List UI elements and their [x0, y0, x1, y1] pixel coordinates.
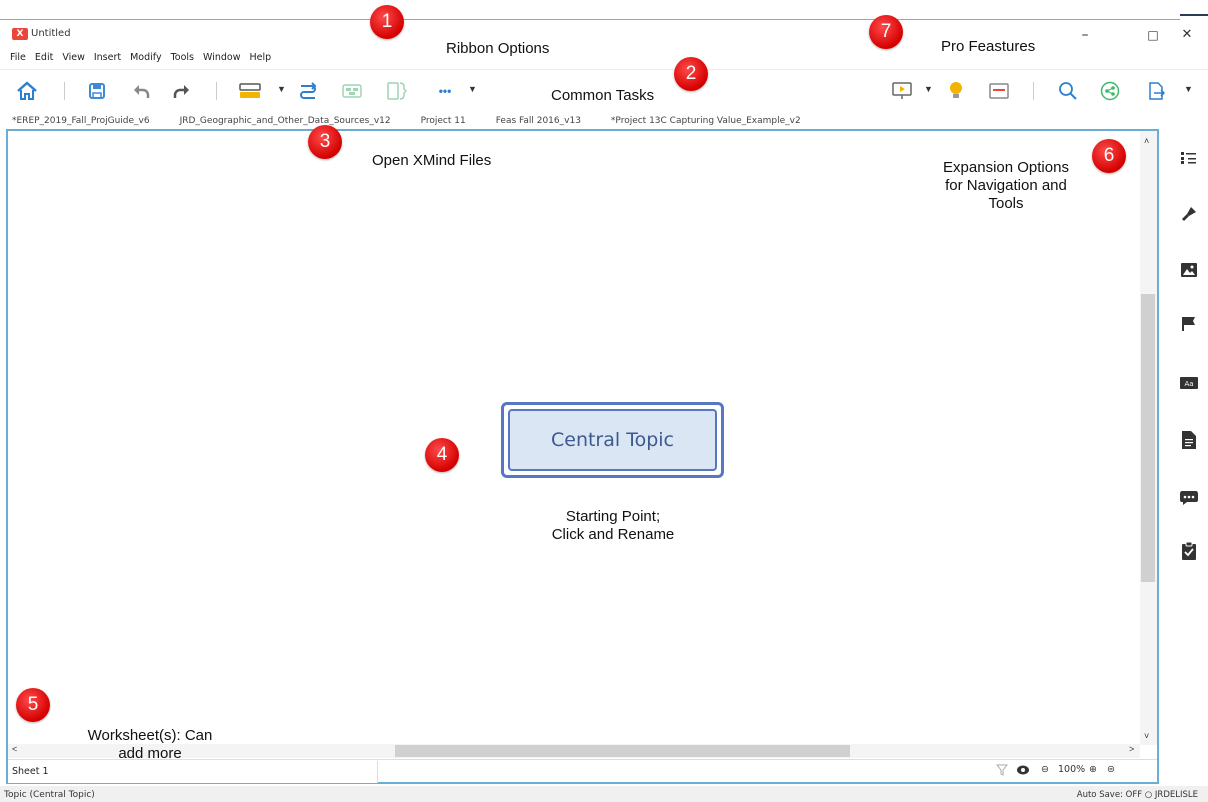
chevron-down-icon[interactable]: ▼ — [468, 84, 477, 94]
annotation-starting-line1: Starting Point; — [565, 508, 661, 525]
file-tabs: *EREP_2019_Fall_ProjGuide_v6 JRD_Geograp… — [12, 116, 831, 126]
svg-text:Aa: Aa — [1184, 380, 1193, 388]
annotation-badge-1: 1 — [370, 5, 404, 39]
annotation-worksheets: Worksheet(s): Can add more — [60, 727, 240, 763]
notes-icon[interactable] — [1178, 429, 1200, 451]
scroll-up-icon[interactable]: ˄ — [1144, 136, 1149, 146]
annotation-worksheets-line2: add more — [118, 745, 182, 762]
boundary-icon[interactable] — [340, 79, 364, 103]
label-icon[interactable]: Aa — [1178, 373, 1200, 395]
fit-icon[interactable]: ⊜ — [1107, 764, 1115, 775]
file-tab[interactable]: *Project 13C Capturing Value_Example_v2 — [611, 116, 801, 126]
annotation-badge-6: 6 — [1092, 139, 1126, 173]
presentation-icon[interactable] — [890, 79, 914, 103]
share-icon[interactable] — [1098, 79, 1122, 103]
xmind-logo-icon: X — [12, 28, 28, 40]
status-bar — [0, 786, 1208, 802]
file-tab[interactable]: Project 11 — [421, 116, 466, 126]
annotation-common-tasks: Common Tasks — [551, 87, 655, 104]
menu-modify[interactable]: Modify — [130, 52, 161, 63]
annotation-badge-5: 5 — [16, 688, 50, 722]
menu-tools[interactable]: Tools — [171, 52, 194, 63]
chevron-down-icon[interactable]: ▼ — [924, 84, 933, 94]
annotation-pro-features: Pro Feastures — [941, 38, 1036, 55]
toolbar-divider — [0, 69, 1208, 70]
annotation-ribbon-options: Ribbon Options — [446, 40, 550, 57]
menu-insert[interactable]: Insert — [94, 52, 121, 63]
menu-bar: File Edit View Insert Modify Tools Windo… — [10, 52, 271, 63]
search-icon[interactable] — [1056, 79, 1080, 103]
topic-style-icon[interactable] — [238, 79, 262, 103]
zoom-in-icon[interactable]: ⊕ — [1089, 764, 1097, 775]
status-selection: Topic (Central Topic) — [4, 790, 95, 800]
format-brush-icon[interactable] — [1178, 203, 1200, 225]
annotation-starting-line2: Click and Rename — [551, 526, 675, 543]
scroll-right-icon[interactable]: > — [1129, 744, 1134, 754]
close-button[interactable]: ✕ — [1172, 26, 1202, 44]
central-topic-label[interactable]: Central Topic — [508, 409, 717, 471]
save-icon[interactable] — [85, 79, 109, 103]
undo-icon[interactable] — [129, 79, 153, 103]
annotation-badge-4: 4 — [425, 438, 459, 472]
maximize-button[interactable]: □ — [1138, 26, 1168, 44]
zoom-level: 100% — [1058, 764, 1086, 775]
menu-file[interactable]: File — [10, 52, 26, 63]
zoom-out-icon[interactable]: ⊖ — [1041, 764, 1049, 775]
file-tab[interactable]: Feas Fall 2016_v13 — [496, 116, 581, 126]
toolbar-separator — [1033, 82, 1034, 100]
gantt-icon[interactable] — [987, 79, 1011, 103]
menu-edit[interactable]: Edit — [35, 52, 53, 63]
annotation-expansion-line3: Tools — [988, 195, 1024, 212]
file-tab[interactable]: *EREP_2019_Fall_ProjGuide_v6 — [12, 116, 150, 126]
chevron-down-icon[interactable]: ▼ — [1184, 84, 1193, 94]
annotation-expansion-line2: for Navigation and — [945, 177, 1067, 194]
eye-icon[interactable] — [1016, 764, 1030, 779]
outliner-icon[interactable] — [1178, 147, 1200, 169]
filter-icon[interactable] — [995, 764, 1009, 779]
annotation-badge-3: 3 — [308, 125, 342, 159]
scroll-down-icon[interactable]: ˅ — [1144, 731, 1149, 741]
sheet-tab[interactable]: Sheet 1 — [8, 761, 378, 783]
export-icon[interactable] — [1144, 79, 1168, 103]
image-icon[interactable] — [1178, 259, 1200, 281]
title-divider-accent — [1180, 14, 1208, 16]
more-icon[interactable]: ••• — [433, 79, 457, 103]
menu-window[interactable]: Window — [203, 52, 240, 63]
window-title: Untitled — [31, 28, 71, 39]
file-tab[interactable]: JRD_Geographic_and_Other_Data_Sources_v1… — [180, 116, 391, 126]
minimize-button[interactable]: – — [1070, 26, 1100, 44]
central-topic[interactable]: Central Topic — [501, 402, 724, 478]
relationship-icon[interactable] — [296, 79, 320, 103]
annotation-expansion-line1: Expansion Options — [943, 159, 1069, 176]
chevron-down-icon[interactable]: ▼ — [277, 84, 286, 94]
home-icon[interactable] — [15, 79, 39, 103]
menu-help[interactable]: Help — [249, 52, 271, 63]
annotation-worksheets-line1: Worksheet(s): Can — [87, 727, 213, 744]
task-icon[interactable] — [1178, 540, 1200, 562]
toolbar-separator — [64, 82, 65, 100]
annotation-expansion-options: Expansion Options for Navigation and Too… — [922, 159, 1090, 213]
comments-icon[interactable] — [1178, 487, 1200, 509]
idea-icon[interactable] — [944, 79, 968, 103]
menu-view[interactable]: View — [62, 52, 85, 63]
annotation-starting-point: Starting Point; Click and Rename — [513, 508, 713, 544]
toolbar-separator — [216, 82, 217, 100]
title-bar — [0, 0, 1208, 22]
summary-icon[interactable] — [385, 79, 409, 103]
annotation-badge-7: 7 — [869, 15, 903, 49]
annotation-open-files: Open XMind Files — [372, 152, 492, 169]
redo-icon[interactable] — [170, 79, 194, 103]
vertical-scroll-thumb[interactable] — [1141, 294, 1155, 582]
horizontal-scroll-thumb[interactable] — [395, 745, 850, 757]
scroll-left-icon[interactable]: < — [12, 744, 17, 754]
title-divider — [0, 19, 1180, 20]
annotation-badge-2: 2 — [674, 57, 708, 91]
marker-flag-icon[interactable] — [1178, 313, 1200, 335]
status-autosave[interactable]: Auto Save: OFF ○ JRDELISLE — [1077, 790, 1198, 800]
